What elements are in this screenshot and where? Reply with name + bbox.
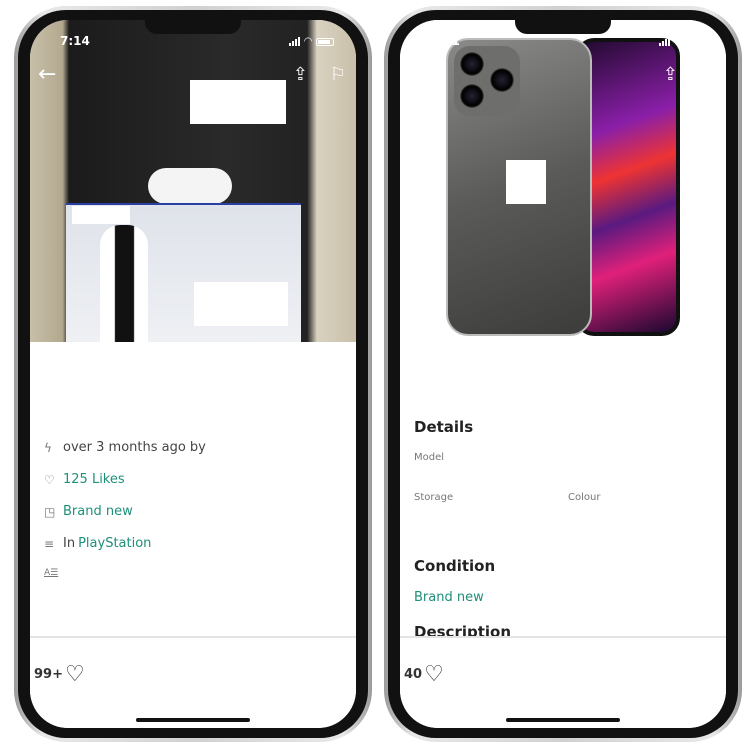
status-bar: 7:14 ◠ [30,34,356,50]
wifi-icon: ◠ [674,36,682,47]
share-icon[interactable]: ⇪ [293,64,308,85]
bottom-bar: 99+ ♡ [30,636,356,728]
home-indicator[interactable] [506,718,620,722]
right-phone: 7:11 ◠ ← ⇪ ⚐ Details Model Storage Colou… [384,6,742,742]
condition-link[interactable]: Brand new [63,504,133,519]
like-count: 40 [404,667,423,682]
arrow-left-icon[interactable]: ← [408,64,426,86]
list-icon: ≡ [44,536,55,551]
signal-icon [659,37,671,46]
redaction [194,282,288,326]
model-label: Model [414,452,445,463]
details-heading: Details [414,418,474,436]
category-link[interactable]: PlayStation [78,536,151,551]
condition-value: Brand new [414,590,484,605]
category-prefix: In [63,536,76,551]
redaction [506,160,546,204]
notch [145,20,241,34]
battery-icon [316,37,334,46]
listing-screen-iphone: 7:11 ◠ ← ⇪ ⚐ Details Model Storage Colou… [400,20,726,728]
heart-icon[interactable]: ♡ [424,662,444,687]
condition-heading: Condition [414,557,496,575]
heart-icon: ♡ [44,472,55,487]
category-info: ≡ In PlayStation [44,536,151,551]
likes-link[interactable]: 125 Likes [63,472,125,487]
left-phone: 7:14 ◠ ← ⇪ ⚐ ϟ over 3 months ago by ♡ 125 … [14,6,372,742]
console-image [100,225,148,342]
status-bar: 7:11 ◠ [400,34,726,50]
condition-info: ◳ Brand new [44,504,133,519]
home-indicator[interactable] [136,718,250,722]
bottom-bar: 40 ♡ [400,636,726,728]
heart-icon[interactable]: ♡ [65,662,85,687]
tag-icon: ◳ [44,504,56,519]
text-icon: A☰ [44,568,59,578]
battery-icon [686,37,704,46]
notch [515,20,611,34]
posted-text: over 3 months ago by [63,440,206,455]
share-icon[interactable]: ⇪ [663,64,678,85]
colour-label: Colour [568,492,601,503]
lightning-icon: ϟ [44,440,52,455]
like-button[interactable]: 99+ ♡ [34,662,85,687]
top-nav: ← ⇪ ⚐ [30,64,356,88]
like-button[interactable]: 40 ♡ [404,662,444,687]
redaction [72,206,130,224]
posted-info: ϟ over 3 months ago by [44,440,206,455]
status-time: 7:11 [430,34,460,48]
flag-icon[interactable]: ⚐ [700,64,716,85]
top-nav: ← ⇪ ⚐ [400,64,726,88]
listing-screen-playstation: 7:14 ◠ ← ⇪ ⚐ ϟ over 3 months ago by ♡ 125 … [30,20,356,728]
flag-icon[interactable]: ⚐ [330,64,346,85]
wifi-icon: ◠ [304,36,312,47]
likes-info[interactable]: ♡ 125 Likes [44,472,125,487]
status-time: 7:14 [60,34,90,48]
signal-icon [289,37,301,46]
like-count: 99+ [34,667,63,682]
description-info: A☰ [44,568,60,578]
controller-image [148,168,232,204]
storage-label: Storage [414,492,454,503]
arrow-left-icon[interactable]: ← [38,64,56,86]
